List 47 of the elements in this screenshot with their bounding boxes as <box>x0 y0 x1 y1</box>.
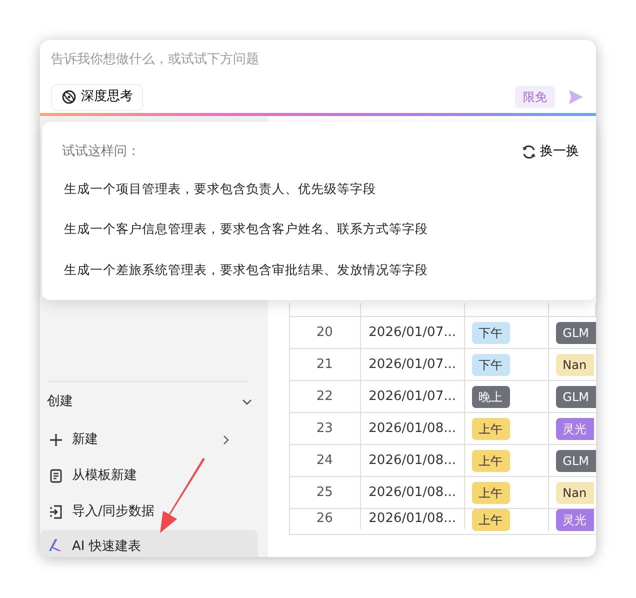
row-number: 23 <box>290 413 361 444</box>
model-tag: GLM <box>556 322 596 344</box>
row-number: 25 <box>290 477 361 508</box>
date-cell: 2026/01/08... <box>360 445 465 476</box>
date-cell: 2026/01/07... <box>360 381 465 412</box>
time-tag: 上午 <box>472 450 510 472</box>
time-tag: 下午 <box>472 354 510 376</box>
row-number: 21 <box>290 349 361 380</box>
document-icon <box>48 468 64 484</box>
deep-think-button[interactable]: 深度思考 <box>51 84 143 110</box>
suggestions-title: 试试这样问： <box>62 143 140 161</box>
date-cell: 2026/01/08... <box>360 413 465 444</box>
row-number: 20 <box>290 317 361 348</box>
date-cell: 2026/01/07... <box>360 349 465 380</box>
model-tag: Nan <box>556 354 594 376</box>
time-tag: 下午 <box>472 322 510 344</box>
time-tag: 上午 <box>472 418 510 440</box>
time-tag: 上午 <box>472 509 510 531</box>
import-icon <box>48 504 64 520</box>
model-tag: GLM <box>556 450 596 472</box>
row-number: 26 <box>290 509 361 528</box>
sidebar-item[interactable]: 新建 <box>40 422 258 458</box>
sidebar-item[interactable]: AI 快速建表 <box>40 530 258 557</box>
row-number: 24 <box>290 445 361 476</box>
model-tag: GLM <box>556 386 596 408</box>
suggestion-item[interactable]: 生成一个差旅系统管理表，要求包含审批结果、发放情况等字段 <box>62 261 430 280</box>
time-tag: 上午 <box>472 482 510 504</box>
send-icon <box>568 89 584 105</box>
ai-logo-icon <box>48 537 64 553</box>
suggestion-item[interactable]: 生成一个客户信息管理表，要求包含客户姓名、联系方式等字段 <box>62 220 430 239</box>
suggestion-item[interactable]: 生成一个项目管理表，要求包含负责人、优先级等字段 <box>62 180 378 198</box>
date-cell: 2026/01/08... <box>360 509 465 528</box>
date-cell: 2026/01/08... <box>360 477 465 508</box>
prompt-input[interactable]: 告诉我你想做什么，或试试下方问题 <box>51 48 584 72</box>
refresh-button[interactable]: 换一换 <box>520 142 579 162</box>
refresh-icon <box>520 144 537 160</box>
model-tag: 灵光 <box>556 418 594 440</box>
time-tag: 晚上 <box>472 386 510 408</box>
section-title: 创建 <box>47 393 73 412</box>
sidebar-item[interactable]: 从模板新建 <box>40 458 258 494</box>
date-cell: 2026/01/07... <box>360 317 465 348</box>
free-badge: 限免 <box>515 86 555 108</box>
model-tag: Nan <box>556 482 594 504</box>
row-number: 22 <box>290 381 361 412</box>
plus-icon <box>48 432 64 448</box>
sidebar-item[interactable]: 导入/同步数据 <box>40 494 258 530</box>
model-tag: 灵光 <box>556 509 594 531</box>
